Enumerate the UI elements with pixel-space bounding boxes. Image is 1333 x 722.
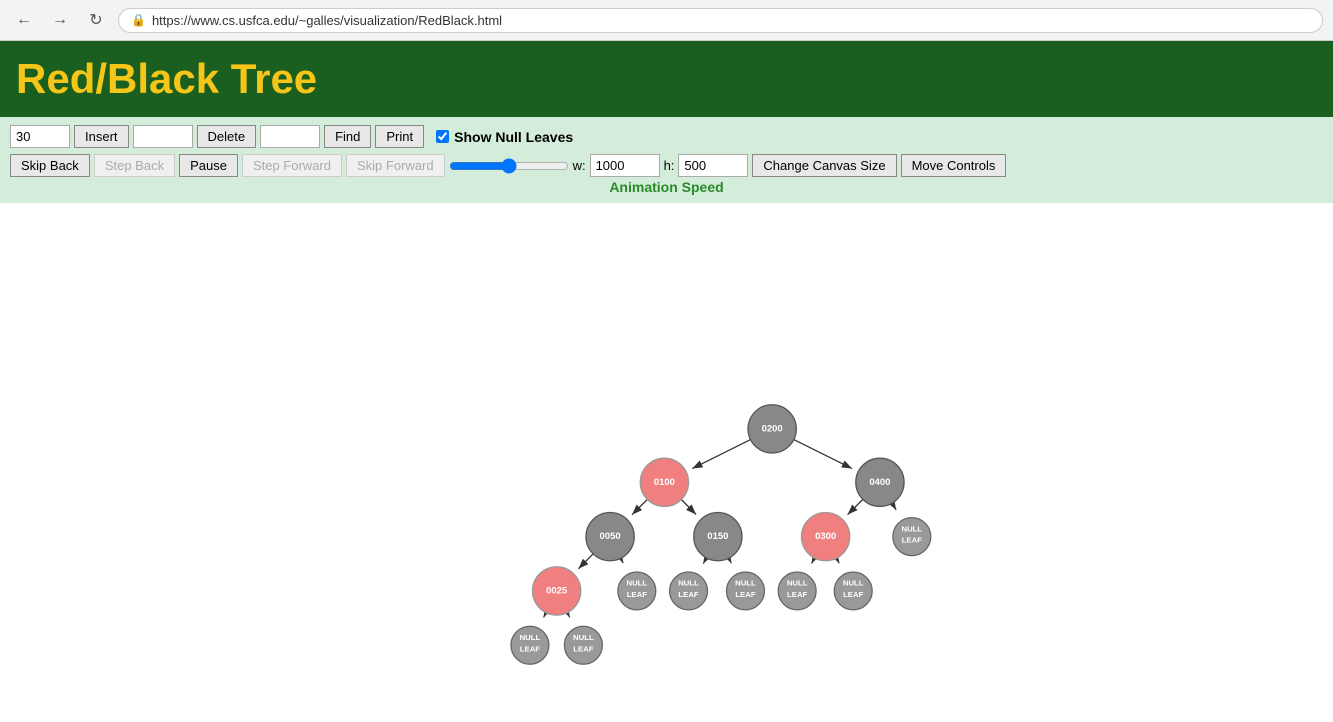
- node-label-nnl5-1: LEAF: [787, 590, 808, 599]
- node-label-nnl4-1: LEAF: [735, 590, 756, 599]
- tree-edge-2: [632, 499, 647, 514]
- lock-icon: 🔒: [131, 13, 146, 27]
- tree-node-n025: 0025: [532, 567, 580, 615]
- node-label-nnl7-0: NULL: [519, 633, 540, 642]
- browser-chrome: ← → ↻ 🔒 https://www.cs.usfca.edu/~galles…: [0, 0, 1333, 41]
- tree-node-n050: 0050: [585, 512, 633, 560]
- tree-edge-5: [892, 503, 896, 510]
- tree-node-n100: 0100: [640, 458, 688, 506]
- node-label-nnl1-1: LEAF: [901, 536, 922, 545]
- w-label: w:: [573, 158, 586, 173]
- canvas-area: 0200 0100 0400 0050 0150 0300 NULL LEAF 0025 NULL…: [0, 203, 1333, 703]
- insert-button[interactable]: Insert: [74, 125, 129, 148]
- pause-button[interactable]: Pause: [179, 154, 238, 177]
- show-null-checkbox[interactable]: [436, 130, 449, 143]
- node-label-nnl8-1: LEAF: [573, 644, 594, 653]
- step-forward-button: Step Forward: [242, 154, 342, 177]
- page-header: Red/Black Tree: [0, 41, 1333, 117]
- node-label-nnl7-1: LEAF: [519, 644, 540, 653]
- node-label-n100: 0100: [653, 477, 674, 488]
- tree-edge-8: [703, 558, 706, 564]
- move-controls-button[interactable]: Move Controls: [901, 154, 1007, 177]
- address-bar: 🔒 https://www.cs.usfca.edu/~galles/visua…: [118, 8, 1323, 33]
- tree-node-nnl2: NULL LEAF: [617, 572, 655, 610]
- speed-slider-container: [449, 158, 569, 174]
- speed-slider[interactable]: [449, 158, 569, 174]
- node-label-nnl1-0: NULL: [901, 524, 922, 533]
- tree-edge-4: [847, 499, 862, 514]
- tree-edge-7: [620, 558, 622, 563]
- node-label-nnl4-0: NULL: [735, 579, 756, 588]
- reload-button[interactable]: ↻: [82, 6, 110, 34]
- controls-area: Insert Delete Find Print Show Null Leave…: [0, 117, 1333, 203]
- node-label-nnl6-1: LEAF: [843, 590, 864, 599]
- change-canvas-button[interactable]: Change Canvas Size: [752, 154, 896, 177]
- node-label-n025: 0025: [546, 585, 567, 596]
- node-label-n300: 0300: [815, 531, 836, 542]
- tree-node-nnl1: NULL LEAF: [892, 518, 930, 556]
- controls-row1: Insert Delete Find Print Show Null Leave…: [10, 125, 1323, 148]
- tree-edge-1: [793, 440, 851, 469]
- node-label-n050: 0050: [599, 531, 620, 542]
- tree-edge-10: [811, 558, 814, 563]
- print-button[interactable]: Print: [375, 125, 424, 148]
- tree-node-n400: 0400: [855, 458, 903, 506]
- node-label-nnl3-0: NULL: [678, 579, 699, 588]
- forward-button[interactable]: →: [46, 6, 74, 34]
- node-label-nnl8-0: NULL: [573, 633, 594, 642]
- find-button[interactable]: Find: [324, 125, 371, 148]
- node-label-nnl2-0: NULL: [626, 579, 647, 588]
- tree-edge-3: [681, 500, 696, 515]
- node-label-nnl2-1: LEAF: [626, 590, 647, 599]
- tree-node-nnl3: NULL LEAF: [669, 572, 707, 610]
- skip-back-button[interactable]: Skip Back: [10, 154, 90, 177]
- h-input[interactable]: [678, 154, 748, 177]
- w-input[interactable]: [590, 154, 660, 177]
- tree-node-n200: 0200: [748, 405, 796, 453]
- tree-node-nnl5: NULL LEAF: [778, 572, 816, 610]
- controls-row2: Skip Back Step Back Pause Step Forward S…: [10, 154, 1323, 177]
- insert-input[interactable]: [10, 125, 70, 148]
- nodes-group: 0200 0100 0400 0050 0150 0300 NULL LEAF 0025 NULL…: [510, 405, 930, 664]
- tree-edge-11: [836, 558, 839, 563]
- tree-svg: 0200 0100 0400 0050 0150 0300 NULL LEAF 0025 NULL…: [167, 203, 1167, 703]
- tree-node-nnl8: NULL LEAF: [564, 626, 602, 664]
- node-label-nnl5-0: NULL: [786, 579, 807, 588]
- node-label-n150: 0150: [707, 531, 728, 542]
- tree-edge-9: [728, 558, 731, 563]
- tree-edge-0: [692, 440, 750, 469]
- animation-speed-label: Animation Speed: [10, 179, 1323, 195]
- step-back-button: Step Back: [94, 154, 175, 177]
- tree-node-nnl7: NULL LEAF: [510, 626, 548, 664]
- find-input[interactable]: [260, 125, 320, 148]
- tree-node-n150: 0150: [693, 512, 741, 560]
- tree-edge-6: [578, 554, 593, 569]
- url-text: https://www.cs.usfca.edu/~galles/visuali…: [152, 13, 502, 28]
- h-label: h:: [664, 158, 675, 173]
- node-label-n200: 0200: [761, 423, 782, 434]
- delete-button[interactable]: Delete: [197, 125, 257, 148]
- delete-input[interactable]: [133, 125, 193, 148]
- tree-edge-13: [567, 613, 569, 618]
- show-null-text: Show Null Leaves: [454, 129, 573, 145]
- skip-forward-button: Skip Forward: [346, 154, 445, 177]
- tree-edge-12: [543, 613, 545, 618]
- page-title: Red/Black Tree: [16, 55, 317, 102]
- back-button[interactable]: ←: [10, 6, 38, 34]
- node-label-nnl3-1: LEAF: [678, 590, 699, 599]
- tree-node-nnl6: NULL LEAF: [834, 572, 872, 610]
- tree-node-nnl4: NULL LEAF: [726, 572, 764, 610]
- node-label-n400: 0400: [869, 477, 890, 488]
- show-null-label: Show Null Leaves: [436, 129, 573, 145]
- tree-node-n300: 0300: [801, 512, 849, 560]
- node-label-nnl6-0: NULL: [842, 579, 863, 588]
